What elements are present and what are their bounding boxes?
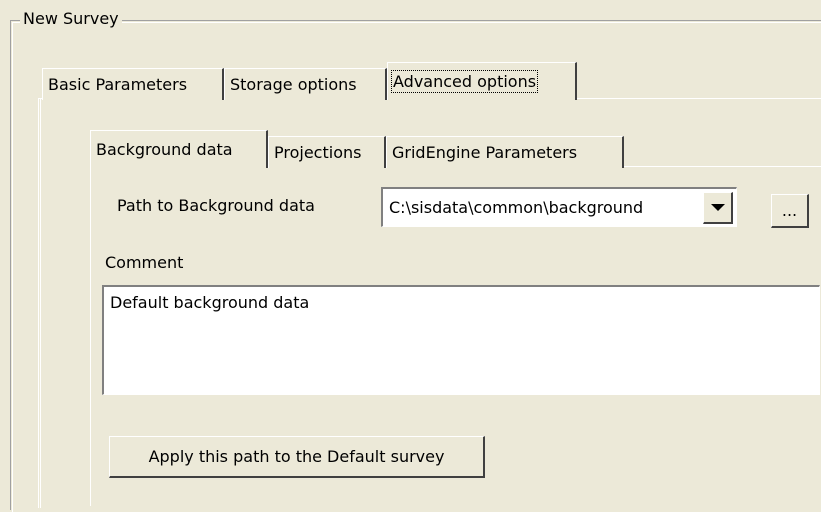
browse-button[interactable]: ... [771,194,809,228]
tab-label: GridEngine Parameters [392,143,578,162]
combo-value: C:\sisdata\common\background [389,198,644,217]
tab-storage-options[interactable]: Storage options [224,68,387,100]
tab-projections[interactable]: Projections [268,136,386,168]
tab-label: Projections [274,143,362,162]
apply-button-label: Apply this path to the Default survey [148,447,445,466]
path-label: Path to Background data [117,196,315,215]
browse-label: ... [781,201,798,220]
tab-label: Basic Parameters [48,75,188,94]
comment-text: Default background data [110,293,310,312]
tab-label: Advanced options [390,70,539,93]
chevron-down-icon [710,203,725,211]
tab-label: Background data [96,140,233,159]
group-title: New Survey [20,9,122,29]
comment-label: Comment [105,253,184,272]
apply-path-button[interactable]: Apply this path to the Default survey [109,436,485,478]
dropdown-button[interactable] [703,191,733,224]
tab-gridengine-parameters[interactable]: GridEngine Parameters [386,136,624,168]
tab-basic-parameters[interactable]: Basic Parameters [42,68,224,100]
tab-label: Storage options [230,75,357,94]
background-path-combobox[interactable]: C:\sisdata\common\background [381,187,737,227]
tab-background-data[interactable]: Background data [90,130,268,168]
comment-textarea[interactable]: Default background data [102,285,820,395]
tab-advanced-options[interactable]: Advanced options [387,62,577,100]
